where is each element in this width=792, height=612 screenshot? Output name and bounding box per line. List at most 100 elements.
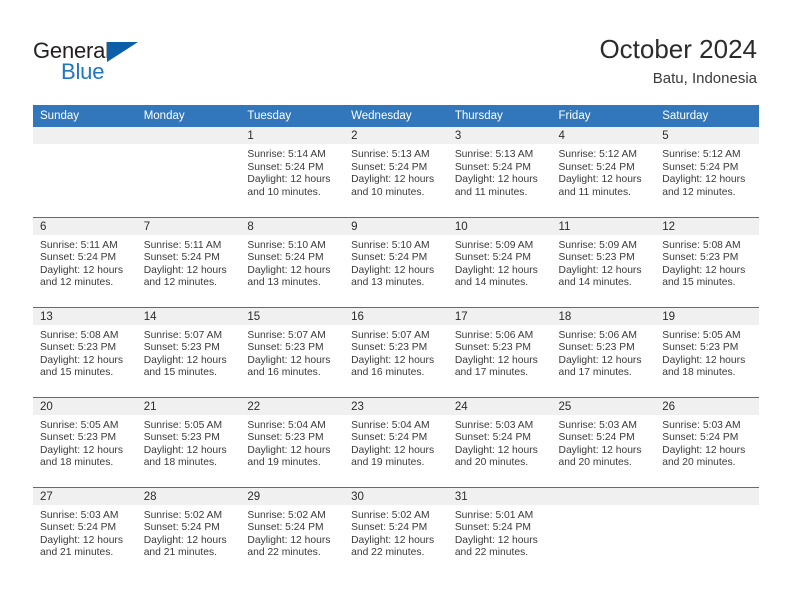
- weekday-header-monday: Monday: [136, 105, 241, 127]
- sunset-time: Sunset: 5:24 PM: [247, 252, 324, 264]
- daylight-duration-line2: and 16 minutes.: [351, 367, 425, 379]
- sunrise-time: Sunrise: 5:08 AM: [662, 239, 741, 251]
- day-number: 18: [551, 307, 656, 325]
- daylight-duration-line1: Daylight: 12 hours: [351, 174, 435, 186]
- calendar-day-cell[interactable]: 5 Sunrise: 5:12 AM Sunset: 5:24 PM Daylight…: [655, 127, 759, 217]
- sunset-time: Sunset: 5:23 PM: [454, 342, 531, 354]
- sunset-time: Sunset: 5:24 PM: [558, 432, 635, 444]
- day-number: 26: [655, 397, 759, 415]
- sunrise-time: Sunrise: 5:07 AM: [143, 329, 223, 341]
- daylight-duration-line2: and 17 minutes.: [558, 367, 632, 379]
- calendar-day-cell[interactable]: 25 Sunrise: 5:03 AM Sunset: 5:24 PM Dayligh…: [551, 396, 656, 487]
- daylight-duration-line2: and 18 minutes.: [40, 457, 114, 469]
- sunset-time: Sunset: 5:24 PM: [454, 432, 531, 444]
- daylight-duration-line2: and 13 minutes.: [351, 277, 425, 289]
- day-details: Sunrise: 5:13 AM Sunset: 5:24 PM Daylight:…: [344, 144, 448, 199]
- calendar-day-cell[interactable]: 8 Sunrise: 5:10 AM Sunset: 5:24 PM Daylight…: [240, 216, 345, 307]
- daylight-duration-line1: Daylight: 12 hours: [351, 534, 435, 546]
- day-cell-content: 30 Sunrise: 5:02 AM Sunset: 5:24 PM Dayligh…: [344, 487, 448, 577]
- day-cell-content: 1 Sunrise: 5:14 AM Sunset: 5:24 PM Daylight…: [240, 127, 345, 216]
- calendar-day-cell[interactable]: 13 Sunrise: 5:08 AM Sunset: 5:23 PM Dayligh…: [33, 306, 137, 397]
- calendar-page: General Blue October 2024 Batu, Indonesi…: [0, 0, 792, 612]
- calendar-day-cell[interactable]: 14 Sunrise: 5:07 AM Sunset: 5:23 PM Dayligh…: [136, 306, 241, 397]
- day-cell-content: 22 Sunrise: 5:04 AM Sunset: 5:23 PM Dayligh…: [240, 397, 345, 487]
- sunset-time: Sunset: 5:23 PM: [558, 252, 635, 264]
- sunrise-time: Sunrise: 5:10 AM: [247, 239, 326, 251]
- calendar-day-cell[interactable]: 7 Sunrise: 5:11 AM Sunset: 5:24 PM Daylight…: [136, 216, 241, 307]
- calendar-day-cell[interactable]: 15 Sunrise: 5:07 AM Sunset: 5:23 PM Dayligh…: [240, 306, 345, 397]
- sunset-time: Sunset: 5:24 PM: [247, 161, 324, 173]
- calendar-day-cell[interactable]: 6 Sunrise: 5:11 AM Sunset: 5:24 PM Daylight…: [33, 216, 137, 307]
- day-number: 9: [344, 217, 448, 235]
- weekday-header-thursday: Thursday: [447, 105, 552, 127]
- daylight-duration-line2: and 12 minutes.: [662, 186, 736, 198]
- day-details: Sunrise: 5:03 AM Sunset: 5:24 PM Daylight:…: [655, 415, 759, 470]
- calendar-day-cell[interactable]: 9 Sunrise: 5:10 AM Sunset: 5:24 PM Daylight…: [344, 216, 448, 307]
- sunset-time: Sunset: 5:23 PM: [40, 342, 117, 354]
- calendar-day-cell[interactable]: 2 Sunrise: 5:13 AM Sunset: 5:24 PM Daylight…: [344, 127, 448, 217]
- calendar-day-cell[interactable]: 19 Sunrise: 5:05 AM Sunset: 5:23 PM Dayligh…: [655, 306, 759, 397]
- day-cell-content: 10 Sunrise: 5:09 AM Sunset: 5:24 PM Dayligh…: [447, 217, 552, 307]
- calendar-day-cell[interactable]: 31 Sunrise: 5:01 AM Sunset: 5:24 PM Dayligh…: [447, 486, 552, 577]
- calendar-day-cell[interactable]: 12 Sunrise: 5:08 AM Sunset: 5:23 PM Dayligh…: [655, 216, 759, 307]
- calendar-day-cell[interactable]: 20 Sunrise: 5:05 AM Sunset: 5:23 PM Dayligh…: [33, 396, 137, 487]
- sunset-time: Sunset: 5:24 PM: [351, 161, 428, 173]
- calendar-day-cell-empty: [551, 486, 656, 577]
- calendar-day-cell[interactable]: 21 Sunrise: 5:05 AM Sunset: 5:23 PM Dayligh…: [136, 396, 241, 487]
- sunset-time: Sunset: 5:24 PM: [351, 432, 428, 444]
- day-number: 19: [655, 307, 759, 325]
- calendar-day-cell[interactable]: 29 Sunrise: 5:02 AM Sunset: 5:24 PM Dayligh…: [240, 486, 345, 577]
- daylight-duration-line1: Daylight: 12 hours: [662, 174, 746, 186]
- daylight-duration-line2: and 21 minutes.: [143, 547, 217, 559]
- calendar-day-cell[interactable]: 11 Sunrise: 5:09 AM Sunset: 5:23 PM Dayligh…: [551, 216, 656, 307]
- day-cell-content: 12 Sunrise: 5:08 AM Sunset: 5:23 PM Dayligh…: [655, 217, 759, 307]
- calendar-header-row: Sunday Monday Tuesday Wednesday Thursday…: [33, 105, 759, 127]
- day-details: Sunrise: 5:05 AM Sunset: 5:23 PM Daylight:…: [655, 325, 759, 380]
- day-number: 30: [344, 487, 448, 505]
- weekday-header-wednesday: Wednesday: [344, 105, 448, 127]
- day-cell-content: 15 Sunrise: 5:07 AM Sunset: 5:23 PM Dayligh…: [240, 307, 345, 397]
- day-details: Sunrise: 5:10 AM Sunset: 5:24 PM Daylight:…: [344, 235, 448, 290]
- day-details: Sunrise: 5:09 AM Sunset: 5:24 PM Daylight:…: [448, 235, 552, 290]
- calendar-day-cell[interactable]: 3 Sunrise: 5:13 AM Sunset: 5:24 PM Daylight…: [447, 127, 552, 217]
- calendar-day-cell[interactable]: 26 Sunrise: 5:03 AM Sunset: 5:24 PM Dayligh…: [655, 396, 759, 487]
- daylight-duration-line2: and 12 minutes.: [143, 277, 217, 289]
- calendar-day-cell[interactable]: 27 Sunrise: 5:03 AM Sunset: 5:24 PM Dayligh…: [33, 486, 137, 577]
- calendar-day-cell[interactable]: 28 Sunrise: 5:02 AM Sunset: 5:24 PM Dayligh…: [136, 486, 241, 577]
- calendar-day-cell[interactable]: 30 Sunrise: 5:02 AM Sunset: 5:24 PM Dayligh…: [344, 486, 448, 577]
- sunrise-time: Sunrise: 5:01 AM: [454, 509, 534, 521]
- calendar-day-cell[interactable]: 18 Sunrise: 5:06 AM Sunset: 5:23 PM Dayligh…: [551, 306, 656, 397]
- calendar-day-cell[interactable]: 24 Sunrise: 5:03 AM Sunset: 5:24 PM Dayligh…: [447, 396, 552, 487]
- sunset-time: Sunset: 5:24 PM: [662, 161, 739, 173]
- calendar-day-cell[interactable]: 16 Sunrise: 5:07 AM Sunset: 5:23 PM Dayligh…: [344, 306, 448, 397]
- calendar-day-cell[interactable]: 4 Sunrise: 5:12 AM Sunset: 5:24 PM Daylight…: [551, 127, 656, 217]
- sunrise-time: Sunrise: 5:12 AM: [662, 149, 741, 160]
- day-cell-content: 7 Sunrise: 5:11 AM Sunset: 5:24 PM Daylight…: [136, 217, 241, 307]
- daylight-duration-line1: Daylight: 12 hours: [247, 444, 331, 456]
- day-cell-content: 31 Sunrise: 5:01 AM Sunset: 5:24 PM Dayligh…: [447, 487, 552, 577]
- day-cell-content: 5 Sunrise: 5:12 AM Sunset: 5:24 PM Daylight…: [655, 127, 759, 216]
- calendar-day-cell[interactable]: 17 Sunrise: 5:06 AM Sunset: 5:23 PM Dayligh…: [447, 306, 552, 397]
- calendar-day-cell[interactable]: 1 Sunrise: 5:14 AM Sunset: 5:24 PM Daylight…: [240, 127, 345, 217]
- calendar-day-cell[interactable]: 22 Sunrise: 5:04 AM Sunset: 5:23 PM Dayligh…: [240, 396, 345, 487]
- daylight-duration-line2: and 22 minutes.: [454, 547, 529, 559]
- day-details: Sunrise: 5:11 AM Sunset: 5:24 PM Daylight:…: [33, 235, 137, 290]
- daylight-duration-line2: and 20 minutes.: [454, 457, 529, 469]
- daylight-duration-line1: Daylight: 12 hours: [454, 354, 538, 366]
- daylight-duration-line1: Daylight: 12 hours: [247, 534, 331, 546]
- day-number: 10: [447, 217, 552, 235]
- daylight-duration-line1: Daylight: 12 hours: [558, 444, 642, 456]
- daylight-duration-line1: Daylight: 12 hours: [40, 534, 123, 546]
- daylight-duration-line2: and 22 minutes.: [247, 547, 321, 559]
- sunset-time: Sunset: 5:24 PM: [143, 252, 220, 264]
- calendar-day-cell[interactable]: 23 Sunrise: 5:04 AM Sunset: 5:24 PM Dayligh…: [344, 396, 448, 487]
- daylight-duration-line2: and 10 minutes.: [351, 186, 425, 198]
- daylight-duration-line2: and 11 minutes.: [454, 186, 528, 198]
- day-cell-content: 18 Sunrise: 5:06 AM Sunset: 5:23 PM Dayligh…: [551, 307, 656, 397]
- calendar-day-cell[interactable]: 10 Sunrise: 5:09 AM Sunset: 5:24 PM Dayligh…: [447, 216, 552, 307]
- general-blue-logo[interactable]: General Blue: [33, 38, 213, 86]
- day-details: Sunrise: 5:07 AM Sunset: 5:23 PM Daylight:…: [344, 325, 448, 380]
- daylight-duration-line1: Daylight: 12 hours: [454, 444, 538, 456]
- day-cell-content: 2 Sunrise: 5:13 AM Sunset: 5:24 PM Daylight…: [344, 127, 448, 216]
- day-number: 14: [136, 307, 241, 325]
